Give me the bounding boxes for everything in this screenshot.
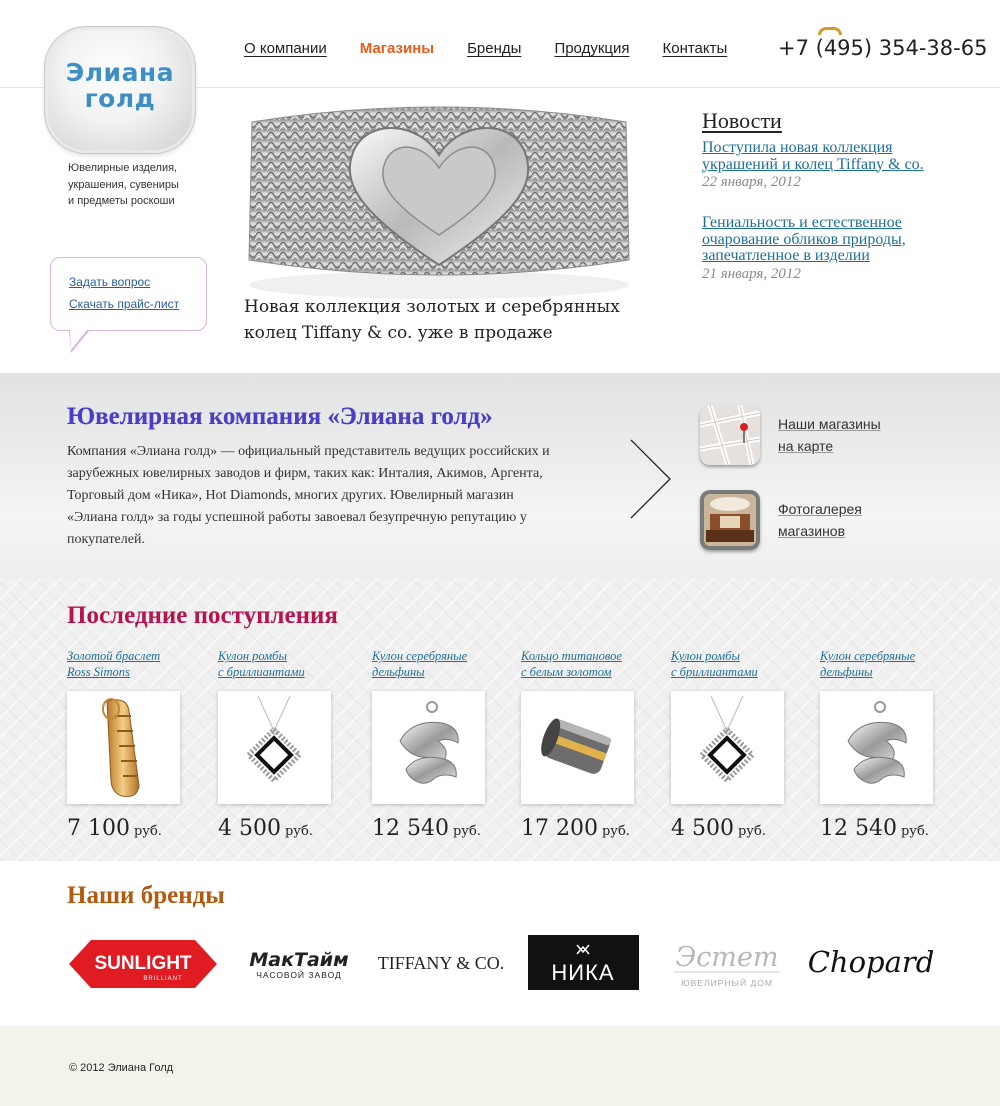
ask-bubble: Задать вопрос Скачать прайс-лист (50, 257, 207, 353)
product-card: Кулон ромбы с бриллиантами 4 500 руб. (218, 648, 358, 841)
product-name-link[interactable]: Кулон ромбы с бриллиантами (218, 648, 358, 686)
dolphin-pendant-icon (847, 701, 907, 784)
nav-products[interactable]: Продукция (554, 40, 629, 57)
svg-text:Эстет: Эстет (676, 942, 779, 973)
new-arrivals-section: Последние поступления Золотой браслет Ro… (0, 578, 1000, 861)
map-icon (700, 405, 760, 465)
brand-logo-chopard[interactable]: Chopard (808, 934, 934, 994)
phone-number: +7 (495) 354-38-65 (778, 36, 988, 60)
svg-text:НИКА: НИКА (551, 960, 614, 985)
product-image[interactable] (218, 691, 331, 804)
svg-text:ЧАСОВОЙ ЗАВОД: ЧАСОВОЙ ЗАВОД (256, 969, 342, 980)
gold-bracelet-icon (102, 698, 140, 797)
hero-ring-image[interactable] (244, 100, 634, 300)
company-section: Ювелирная компания «Элиана голд» Компани… (0, 373, 1000, 578)
svg-text:МакТайм: МакТайм (249, 949, 348, 971)
company-description: Компания «Элиана голд» — официальный пре… (67, 444, 550, 547)
brand-logo-nika[interactable]: НИКА (528, 935, 639, 990)
svg-text:Chopard: Chopard (808, 945, 934, 979)
gallery-label: Фотогалерея магазинов (778, 501, 862, 539)
svg-text:BRILLIANT: BRILLIANT (143, 976, 182, 982)
product-image[interactable] (671, 691, 784, 804)
nav-about[interactable]: О компании (244, 40, 327, 57)
news-item-link[interactable]: Гениальность и естественное очарование о… (702, 214, 962, 265)
brands-title: Наши бренды (67, 882, 225, 909)
product-image[interactable] (67, 691, 180, 804)
product-card: Кулон ромбы с бриллиантами 4 500 руб. (671, 648, 811, 841)
company-title: Ювелирная компания «Элиана голд» (67, 403, 493, 430)
ask-question-link[interactable]: Задать вопрос (69, 275, 206, 289)
diamond-pendant-icon (245, 695, 303, 784)
svg-text:TIFFANY & CO.: TIFFANY & CO. (378, 953, 504, 973)
gallery-link[interactable]: Фотогалерея магазинов (700, 490, 862, 550)
brand-logo-estet[interactable]: Эстет ЮВЕЛИРНЫЙ ДОМ (664, 934, 790, 994)
news-block: Новости Поступила новая коллекция украше… (702, 108, 962, 307)
hero-caption: Новая коллекция золотых и серебрянных ко… (244, 297, 620, 343)
svg-text:ЮВЕЛИРНЫЙ ДОМ: ЮВЕЛИРНЫЙ ДОМ (681, 977, 773, 988)
product-card: Кольцо титановое с белым золотом 17 200 р… (521, 648, 661, 841)
product-name-link[interactable]: Кольцо титановое с белым золотом (521, 648, 661, 686)
chevron-right-icon (630, 439, 671, 519)
nav-stores[interactable]: Магазины (360, 40, 434, 57)
product-image[interactable] (521, 691, 634, 804)
logo-text: Элиана голд (65, 58, 175, 113)
product-price: 7 100 руб. (67, 816, 162, 841)
nav-contacts[interactable]: Контакты (662, 40, 727, 57)
product-price: 4 500 руб. (218, 816, 313, 841)
site-footer: © 2012 Элиана Голд (0, 1026, 1000, 1106)
brand-logo-tiffany[interactable]: TIFFANY & CO. (378, 934, 504, 994)
product-image[interactable] (372, 691, 485, 804)
copyright-text: © 2012 Элиана Голд (69, 1062, 174, 1074)
product-name-link[interactable]: Кулон серебряные дельфины (372, 648, 512, 686)
nav-brands[interactable]: Бренды (467, 40, 521, 57)
arrivals-title: Последние поступления (67, 602, 338, 629)
brand-logo-mactime[interactable]: МакТайм ЧАСОВОЙ ЗАВОД (240, 934, 358, 994)
product-card: Кулон серебряные дельфины 12 540 руб. (820, 648, 960, 841)
product-card: Золотой браслет Ross Simons 7 100 руб. (67, 648, 207, 841)
download-price-link[interactable]: Скачать прайс-лист (69, 297, 206, 311)
product-price: 17 200 руб. (521, 816, 630, 841)
main-nav: О компании Магазины Бренды Продукция Кон… (244, 40, 760, 57)
diamond-pendant-icon (698, 695, 756, 784)
phone-icon (818, 27, 842, 35)
product-name-link[interactable]: Кулон ромбы с бриллиантами (671, 648, 811, 686)
site-logo[interactable]: Элиана голд (48, 30, 192, 150)
stores-map-label: Наши магазины на карте (778, 416, 881, 454)
product-price: 4 500 руб. (671, 816, 766, 841)
product-name-link[interactable]: Кулон серебряные дельфины (820, 648, 960, 686)
news-item-date: 22 января, 2012 (702, 174, 801, 190)
gallery-icon (700, 490, 760, 550)
dolphin-pendant-icon (399, 701, 459, 784)
news-item-date: 21 января, 2012 (702, 265, 801, 282)
product-card: Кулон серебряные дельфины 12 540 руб. (372, 648, 512, 841)
product-price: 12 540 руб. (820, 816, 929, 841)
titanium-ring-icon (541, 718, 612, 774)
product-price: 12 540 руб. (372, 816, 481, 841)
news-title[interactable]: Новости (702, 108, 962, 134)
news-item-link[interactable]: Поступила новая коллекция украшений и ко… (702, 139, 962, 173)
stores-map-link[interactable]: Наши магазины на карте (700, 405, 881, 465)
brand-logo-sunlight[interactable]: SUNLIGHT BRILLIANT (67, 934, 219, 994)
svg-text:SUNLIGHT: SUNLIGHT (94, 953, 192, 974)
site-tagline: Ювелирные изделия, украшения, сувениры и… (68, 162, 179, 207)
product-name-link[interactable]: Золотой браслет Ross Simons (67, 648, 207, 686)
product-image[interactable] (820, 691, 933, 804)
